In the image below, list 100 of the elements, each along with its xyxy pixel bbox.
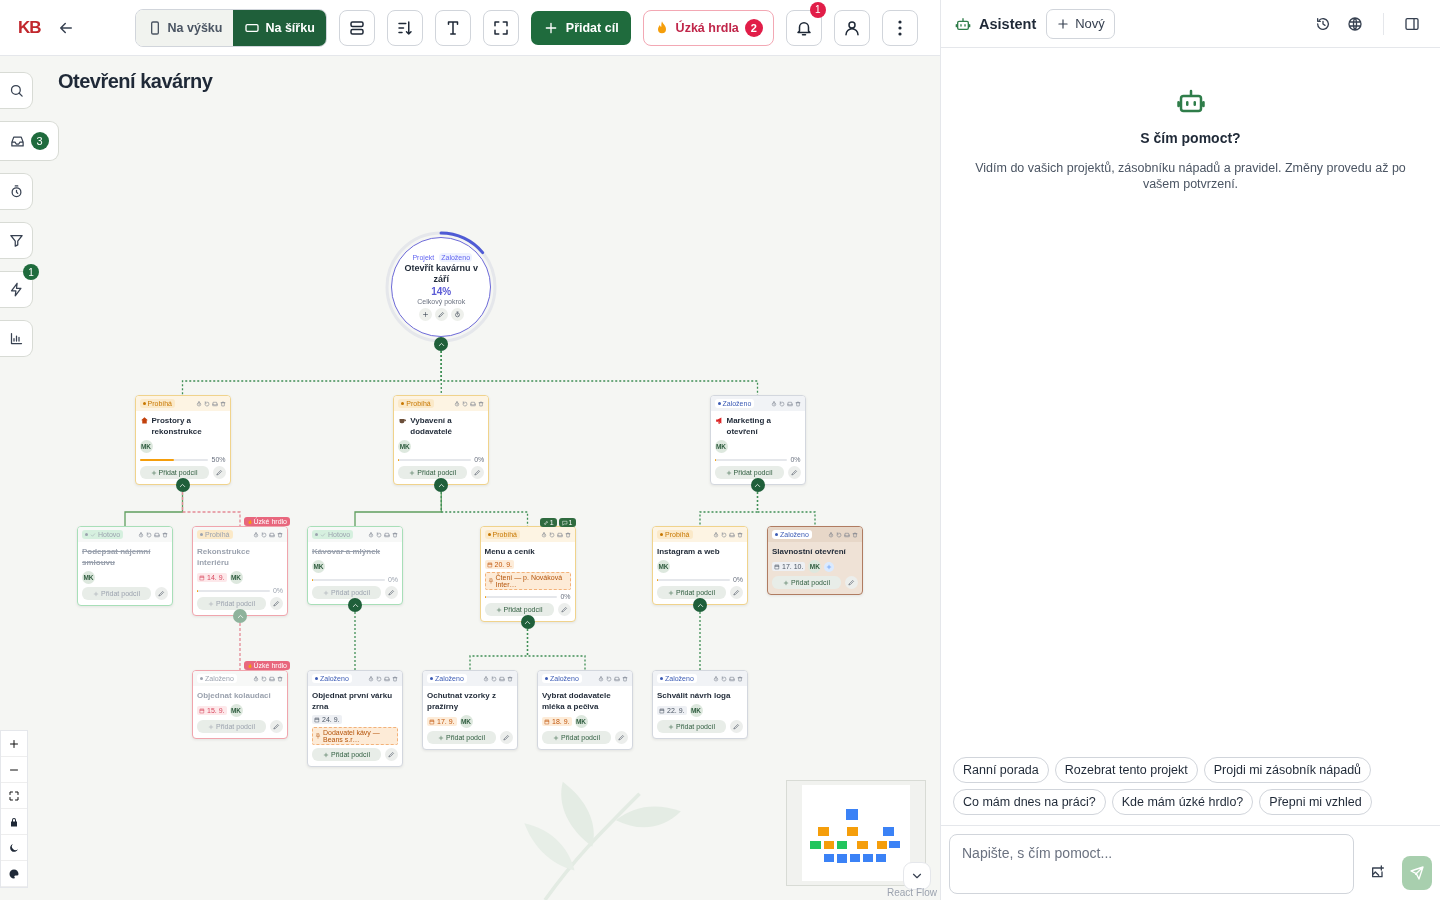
plus-icon [323,589,330,596]
calendar-icon [314,716,320,723]
edit-button[interactable] [212,466,226,479]
repeat-icon [376,531,382,538]
app-logo[interactable]: KB [18,17,41,38]
goal-title: Podepsat nájemní smlouvu [82,546,152,568]
timer-icon [454,400,461,407]
plus-icon [783,579,790,586]
plus-icon [8,737,20,750]
fullscreen-button[interactable] [482,9,519,46]
edit-button[interactable] [434,308,448,321]
minimap[interactable] [786,780,926,886]
cup-icon [398,416,408,425]
suggestion-chip[interactable]: Co mám dnes na práci? [953,789,1106,815]
edit-button[interactable] [730,720,743,733]
edit-button[interactable] [385,586,398,599]
orientation-tab[interactable]: Na výšku [135,9,234,46]
timer-icon [713,675,719,682]
trash-icon [507,675,513,682]
plus-icon [323,751,330,758]
orientation-tab[interactable]: Na šířku [233,9,326,46]
calendar-icon [774,563,780,570]
calendar-icon [199,707,205,714]
inbox-icon [384,531,390,538]
goal-title: Instagram a web [657,546,720,557]
repeat-icon [721,531,727,538]
count-badge: 1 [23,264,39,280]
pencil-icon [503,734,510,741]
suggestion-chip[interactable]: Projdi mi zásobník nápadů [1203,757,1372,783]
calendar-icon [544,718,550,725]
timer-icon [483,675,489,682]
suggestion-chip[interactable]: Rozebrat tento projekt [1054,757,1198,783]
progress-percent: 14% [431,286,452,297]
stats-button[interactable] [0,320,33,357]
goal-title: Objednat kolaudaci [197,690,271,701]
pencil-icon [388,589,395,596]
repeat-icon [836,531,842,538]
trash-icon [564,531,571,538]
message-input[interactable]: Napište, s čím pomoct... [949,834,1355,894]
edit-button[interactable] [787,466,801,479]
inbox-button[interactable]: 3 [0,121,59,161]
timer-icon [195,400,202,407]
collapse-toggle[interactable] [348,598,362,612]
inbox-icon [154,531,160,538]
profile-button[interactable] [833,9,870,46]
edit-button[interactable] [730,586,743,599]
add-goal-button[interactable]: Přidat cíl [530,10,631,45]
plus-icon [208,723,215,730]
connector-line [181,491,241,527]
inbox-icon [269,675,275,682]
filter-icon [8,233,24,248]
minimap-toggle[interactable] [903,862,931,890]
layout-button[interactable] [338,9,375,46]
timer-button[interactable] [0,173,33,210]
goal-title: Menu a ceník [484,546,535,557]
inbox-icon [729,531,735,538]
edit-button[interactable] [845,576,858,589]
collapse-toggle[interactable] [434,478,449,492]
repeat-icon [462,400,469,407]
edit-button[interactable] [500,731,513,744]
collapse-toggle[interactable] [693,598,707,612]
edit-button[interactable] [155,587,168,600]
plus-icon [826,563,833,570]
plus-icon [668,723,675,730]
edit-button[interactable] [385,748,398,761]
collapse-toggle[interactable] [434,337,449,351]
suggestion-chip[interactable]: Přepni mi vzhled [1259,789,1372,815]
edit-button[interactable] [615,731,628,744]
suggestion-chip[interactable]: Kde mám úzké hrdlo? [1111,789,1254,815]
text-button[interactable] [434,9,471,46]
edit-button[interactable] [270,720,283,733]
timer-icon [138,531,144,538]
plus-icon [553,734,560,741]
new-chat-button[interactable]: Nový [1046,8,1115,39]
fullscreen-icon [491,18,510,37]
suggestion-chip[interactable]: Ranní porada [953,757,1049,783]
sort-icon [395,18,414,37]
trash-icon [392,531,398,538]
edit-button[interactable] [471,466,485,479]
plus-icon [725,469,732,476]
repeat-icon [548,531,555,538]
inbox-icon [786,400,793,407]
goal-title: Slavnostní otevření [772,546,846,557]
link-icon [542,519,549,526]
layout-icon [347,18,366,37]
timer-button[interactable] [450,308,464,321]
plus-icon [150,469,157,476]
count-badge: 2 [744,18,763,37]
more-button[interactable] [881,9,918,46]
edit-button[interactable] [270,597,283,610]
filter-button[interactable] [0,222,33,259]
collapse-toggle[interactable] [233,609,247,623]
sort-button[interactable] [386,9,423,46]
plus-icon [438,734,445,741]
edit-button[interactable] [557,603,571,616]
bottlenecks-button[interactable]: Úzká hrdla 2 [642,9,774,46]
add-button[interactable] [418,308,432,321]
connector-line [239,622,241,671]
search-button[interactable] [0,72,33,109]
timer-icon [368,675,374,682]
